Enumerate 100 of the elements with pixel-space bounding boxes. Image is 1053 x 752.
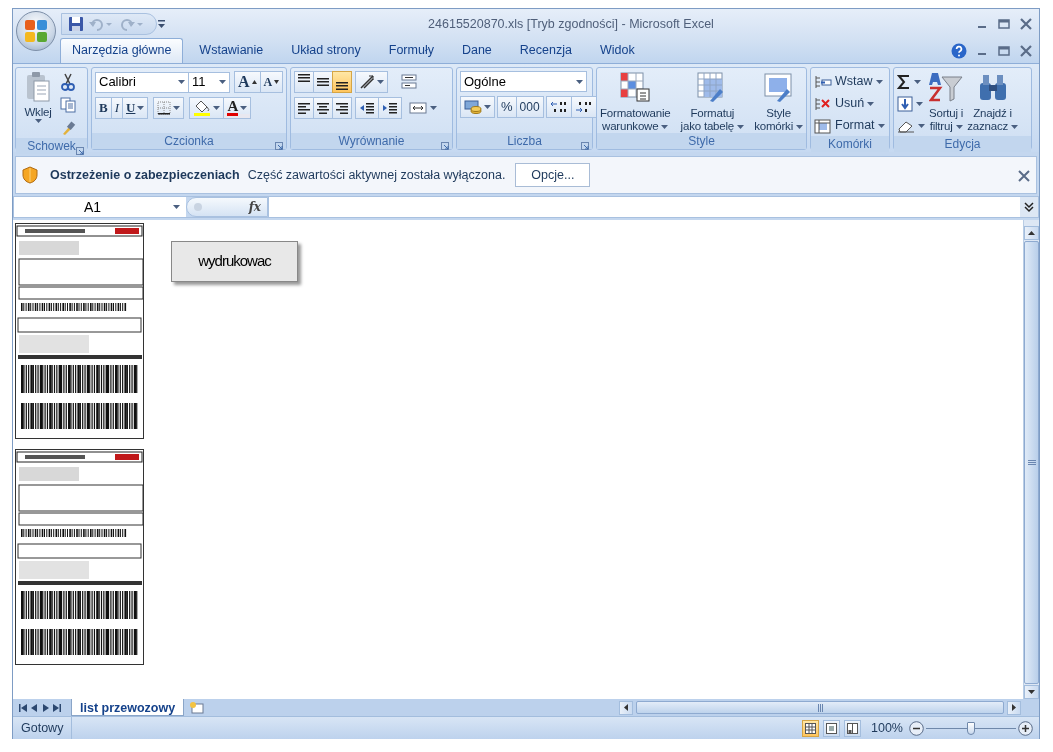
group-label: Schowek	[27, 138, 76, 155]
copy-icon	[60, 96, 76, 113]
previous-sheet-icon[interactable]	[31, 703, 38, 712]
grow-font-button[interactable]: A	[234, 71, 261, 93]
font-color-button[interactable]: A	[223, 97, 252, 119]
cells-button[interactable]: Usuń	[814, 93, 885, 114]
customize-toolbar-icon[interactable]	[157, 18, 167, 30]
normal-view-icon	[805, 722, 816, 734]
zoom-in-icon[interactable]	[1018, 720, 1033, 736]
insert-function-button[interactable]: fx	[186, 197, 268, 217]
cells-button[interactable]: Wstaw	[814, 71, 885, 92]
borders-button[interactable]	[153, 97, 185, 119]
styles-button[interactable]: Formatowanie warunkowe	[600, 71, 671, 133]
scroll-thumb[interactable]	[636, 701, 1004, 714]
underline-button[interactable]: U	[122, 97, 149, 119]
view-button[interactable]	[823, 719, 840, 737]
help-icon[interactable]	[951, 43, 967, 59]
vertical-align-button[interactable]	[332, 71, 352, 93]
editing-button[interactable]: Znajdź i zaznacz	[967, 71, 1018, 136]
scroll-thumb[interactable]	[1024, 241, 1039, 684]
scroll-down-button[interactable]	[1024, 685, 1039, 699]
dialog-launcher-icon[interactable]	[76, 146, 84, 155]
caret-icon	[867, 101, 875, 106]
thousands-button[interactable]: 000	[515, 96, 544, 118]
scroll-up-button[interactable]	[1024, 226, 1039, 240]
close-icon[interactable]	[1019, 17, 1033, 31]
scroll-right-button[interactable]	[1007, 700, 1021, 715]
font-size-combobox[interactable]: 11	[188, 71, 230, 93]
vertical-align-button[interactable]	[313, 71, 333, 93]
percent-button[interactable]: %	[497, 96, 517, 118]
ribbon-tab[interactable]: Dane	[449, 38, 504, 63]
horizontal-align-button[interactable]	[313, 97, 333, 119]
caret-icon	[219, 80, 226, 84]
ribbon-tab[interactable]: Widok	[587, 38, 647, 63]
restore-icon[interactable]	[997, 44, 1011, 58]
ribbon-tab[interactable]: Układ strony	[279, 38, 373, 63]
styles-button[interactable]: Formatuj jako tabelę	[680, 71, 744, 133]
warning-title: Ostrzeżenie o zabezpieczeniach	[50, 166, 240, 184]
cut-button[interactable]	[60, 71, 76, 92]
cells-button[interactable]: Format	[814, 115, 885, 136]
paste-button[interactable]: Wklej	[19, 71, 57, 138]
first-sheet-icon[interactable]	[19, 703, 27, 712]
view-button[interactable]	[802, 719, 819, 737]
view-button[interactable]	[844, 719, 861, 737]
orientation-button[interactable]	[355, 71, 388, 93]
ribbon-tab[interactable]: Wstawianie	[187, 38, 276, 63]
fill-button[interactable]	[897, 93, 925, 114]
decrease-decimal-button[interactable]	[570, 96, 597, 118]
formula-input[interactable]	[268, 197, 1020, 217]
fill-color-button[interactable]	[189, 97, 225, 119]
vertical-align-button[interactable]	[294, 71, 314, 93]
horizontal-align-button[interactable]	[294, 97, 314, 119]
decrease-indent-button[interactable]	[355, 97, 379, 119]
close-icon[interactable]	[1018, 169, 1030, 182]
wrap-text-icon	[401, 73, 419, 91]
caret-icon	[796, 124, 803, 129]
group-label: Czcionka	[164, 133, 214, 150]
next-sheet-icon[interactable]	[42, 703, 49, 712]
name-box[interactable]: A1	[14, 197, 186, 217]
increase-decimal-button[interactable]	[545, 96, 572, 118]
shield-icon	[22, 166, 38, 184]
align-lines-icon	[317, 78, 329, 86]
scroll-left-button[interactable]	[619, 700, 633, 715]
bold-button[interactable]: B	[95, 97, 112, 119]
editing-button[interactable]: Sortuj i filtruj	[929, 71, 964, 136]
group-label: Komórki	[828, 136, 872, 153]
save-icon[interactable]	[68, 16, 84, 32]
font-name-combobox[interactable]: Calibri	[95, 71, 189, 93]
currency-button[interactable]	[460, 96, 495, 118]
grip-icon	[1027, 460, 1036, 465]
ribbon-tab[interactable]: Narzędzia główne	[60, 38, 184, 63]
zoom-slider-thumb[interactable]	[967, 721, 975, 735]
dialog-launcher-icon[interactable]	[581, 141, 589, 150]
caret-icon	[484, 105, 491, 109]
options-button[interactable]: Opcje...	[515, 163, 591, 187]
cell-style-icon	[762, 71, 795, 103]
ribbon-tab[interactable]: Formuły	[376, 38, 446, 63]
zoom-slider[interactable]	[926, 720, 1016, 736]
increase-indent-button[interactable]	[378, 97, 402, 119]
dialog-launcher-icon[interactable]	[275, 141, 283, 150]
ribbon-tab[interactable]: Recenzja	[507, 38, 584, 63]
currency-icon	[464, 99, 482, 115]
expand-icon[interactable]	[1024, 201, 1034, 213]
format-cells-icon	[814, 117, 832, 134]
paint-bucket-icon	[193, 100, 212, 116]
close-icon[interactable]	[1019, 44, 1033, 58]
restore-icon[interactable]	[997, 17, 1011, 31]
shrink-font-button[interactable]: A	[259, 71, 284, 93]
number-format-combobox[interactable]: Ogólne	[460, 71, 587, 92]
styles-button[interactable]: Style komórki	[754, 71, 803, 133]
zoom-out-icon[interactable]	[909, 720, 924, 736]
dialog-launcher-icon[interactable]	[441, 141, 449, 150]
horizontal-align-button[interactable]	[332, 97, 352, 119]
last-sheet-icon[interactable]	[53, 703, 61, 712]
caret-icon	[576, 79, 583, 84]
sheet-tab[interactable]: list przewozowy	[71, 699, 185, 716]
print-button[interactable]: wydrukowac	[171, 241, 298, 282]
page-break-icon	[847, 722, 858, 734]
align-lines-icon	[336, 102, 348, 114]
group-label: Liczba	[507, 133, 542, 150]
